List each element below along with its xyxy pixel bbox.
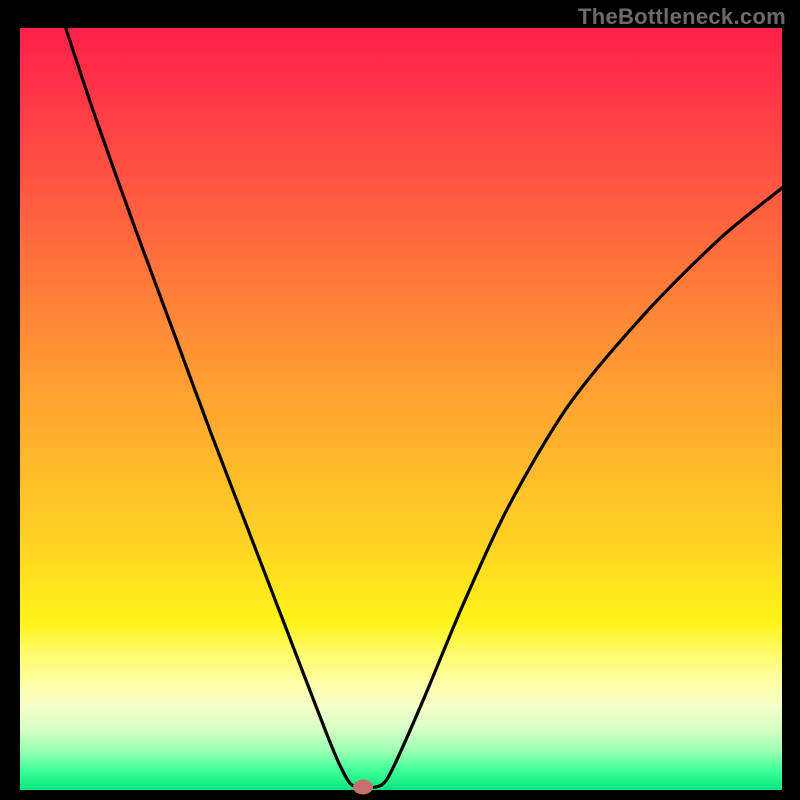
attribution-label: TheBottleneck.com bbox=[578, 4, 786, 30]
optimal-point-marker bbox=[353, 779, 373, 794]
curve-svg bbox=[20, 28, 782, 790]
bottleneck-curve bbox=[66, 28, 782, 788]
plot-area bbox=[20, 28, 782, 790]
chart-frame: TheBottleneck.com bbox=[0, 0, 800, 800]
